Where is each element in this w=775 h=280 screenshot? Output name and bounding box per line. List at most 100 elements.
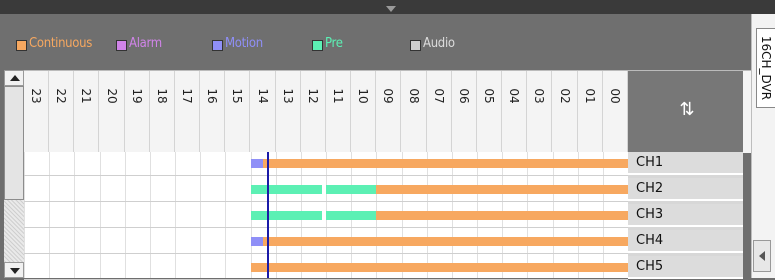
recording-type-legend: Continuous Alarm Motion Pre Audio [0, 14, 751, 70]
grid-line [24, 152, 25, 278]
legend-swatch [410, 40, 421, 51]
grid-row-line [24, 227, 628, 228]
hour-label: 20 [104, 88, 119, 104]
hour-column-header[interactable]: 11 [326, 71, 352, 153]
hour-label: 07 [431, 88, 446, 104]
recording-segment-motion[interactable] [250, 159, 264, 168]
refresh-icon: ⇅ [679, 99, 695, 120]
hour-column-header[interactable]: 05 [477, 71, 503, 153]
legend-item-motion: Motion [212, 36, 263, 51]
hour-label: 09 [381, 88, 396, 104]
hour-column-header[interactable]: 08 [402, 71, 427, 153]
recording-segment-pre[interactable] [250, 185, 322, 194]
hour-label: 22 [54, 88, 69, 104]
grid-line [124, 152, 126, 278]
hour-column-header[interactable]: 21 [74, 71, 100, 153]
grid-row-line [24, 253, 628, 254]
grid-line [99, 152, 101, 278]
legend-item-audio: Audio [410, 35, 455, 51]
grid-line [225, 152, 227, 278]
hour-label: 02 [557, 88, 572, 104]
hour-label: 23 [29, 88, 44, 104]
playback-marker[interactable] [267, 152, 270, 278]
grid-row-line [24, 201, 628, 202]
hour-column-header[interactable]: 03 [527, 71, 553, 153]
recording-segment-continuous[interactable] [263, 237, 628, 246]
legend-label: Pre [325, 35, 343, 51]
arrow-up-icon [10, 75, 20, 81]
hour-label: 15 [230, 88, 245, 104]
hour-column-header[interactable]: 02 [553, 71, 578, 153]
hour-column-header[interactable]: 20 [100, 71, 125, 153]
hour-label: 12 [305, 88, 320, 104]
legend-swatch [212, 40, 223, 51]
hour-column-header[interactable]: 16 [200, 71, 226, 153]
channel-labels: CH1 CH2 CH3 CH4 CH5 [628, 152, 743, 279]
scroll-up-button[interactable] [4, 70, 24, 86]
hour-column-header[interactable]: 17 [175, 71, 201, 153]
grid-line [49, 152, 51, 278]
legend-swatch [312, 40, 323, 51]
legend-item-pre: Pre [312, 35, 343, 51]
hour-column-header[interactable]: 00 [603, 71, 628, 153]
hour-column-header[interactable]: 18 [150, 71, 175, 153]
channel-label[interactable]: CH5 [628, 256, 743, 279]
hour-column-header[interactable]: 23 [24, 71, 50, 153]
grid-line [200, 152, 202, 278]
recording-segment-continuous[interactable] [376, 185, 628, 194]
hour-label: 01 [582, 88, 597, 104]
recording-segment-motion[interactable] [250, 237, 264, 246]
vertical-scrollbar[interactable] [4, 70, 24, 278]
hour-column-header[interactable]: 22 [49, 71, 75, 153]
hour-label: 19 [129, 88, 144, 104]
hour-column-header[interactable]: 14 [251, 71, 276, 153]
hour-label: 10 [356, 88, 371, 104]
hour-column-header[interactable]: 13 [276, 71, 301, 153]
legend-item-alarm: Alarm [116, 36, 162, 51]
channel-label[interactable]: CH4 [628, 230, 743, 253]
hour-column-header[interactable]: 10 [351, 71, 377, 153]
grid-line [175, 152, 176, 278]
hour-column-header[interactable]: 12 [301, 71, 326, 153]
legend-item-continuous: Continuous [16, 36, 92, 51]
grid-line [149, 152, 151, 278]
legend-label: Audio [423, 35, 455, 51]
timeline-grid[interactable] [24, 152, 629, 280]
scroll-thumb[interactable] [4, 86, 24, 200]
grid-line [74, 152, 76, 278]
grid-row-line [24, 175, 628, 176]
hour-column-header[interactable]: 07 [427, 71, 452, 153]
device-title-tab[interactable]: 16CH_DVR [756, 28, 775, 108]
hour-label: 04 [507, 88, 522, 104]
legend-swatch [16, 40, 27, 51]
recording-segment-pre[interactable] [326, 211, 377, 220]
collapse-notch-icon[interactable] [386, 6, 396, 12]
hour-column-header[interactable]: 01 [578, 71, 603, 153]
legend-swatch [116, 40, 127, 51]
recording-segment-continuous[interactable] [376, 211, 628, 220]
hour-column-header[interactable]: 06 [452, 71, 477, 153]
recording-segment-continuous[interactable] [263, 159, 628, 168]
recording-segment-continuous[interactable] [250, 263, 628, 272]
refresh-button[interactable]: ⇅ [628, 70, 743, 153]
hour-label: 17 [180, 88, 195, 104]
hour-column-header[interactable]: 09 [376, 71, 402, 153]
arrow-down-icon [10, 268, 20, 274]
side-scroll-button[interactable] [753, 240, 771, 272]
channel-label[interactable]: CH1 [628, 152, 743, 175]
hour-label: 11 [331, 88, 346, 104]
hour-label: 18 [154, 88, 169, 104]
hour-column-header[interactable]: 19 [125, 71, 150, 153]
hour-label: 08 [406, 88, 421, 104]
hour-column-header[interactable]: 04 [502, 71, 528, 153]
recording-segment-pre[interactable] [326, 185, 377, 194]
hour-label: 00 [607, 88, 622, 104]
hour-label: 14 [255, 88, 270, 104]
channel-label[interactable]: CH2 [628, 178, 743, 201]
scroll-down-button[interactable] [4, 262, 24, 278]
arrow-left-icon [759, 251, 765, 261]
device-title: 16CH_DVR [759, 35, 773, 101]
channel-label[interactable]: CH3 [628, 204, 743, 227]
hour-column-header[interactable]: 15 [225, 71, 251, 153]
recording-segment-pre[interactable] [250, 211, 322, 220]
